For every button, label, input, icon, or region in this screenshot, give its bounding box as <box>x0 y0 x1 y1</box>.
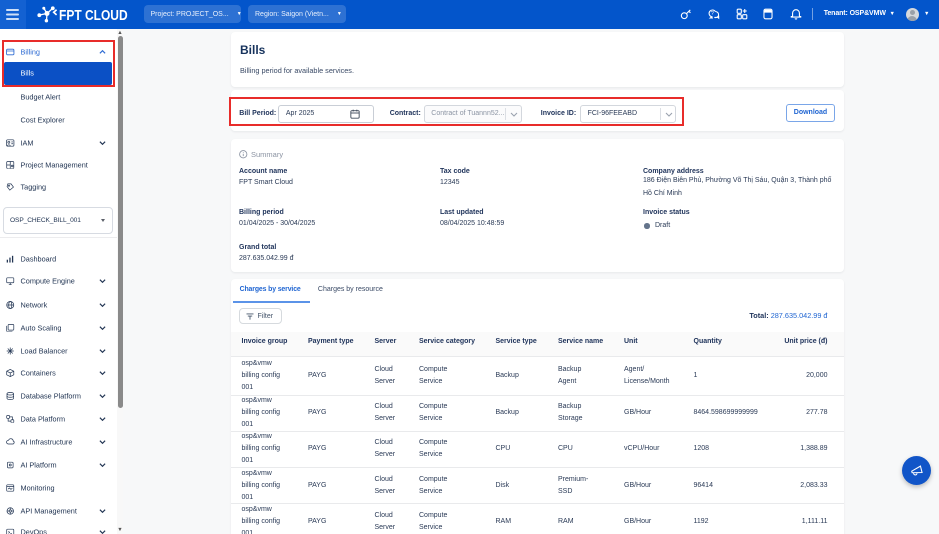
svg-text:?: ? <box>711 11 714 17</box>
svg-text:FPT CLOUD: FPT CLOUD <box>59 7 128 23</box>
